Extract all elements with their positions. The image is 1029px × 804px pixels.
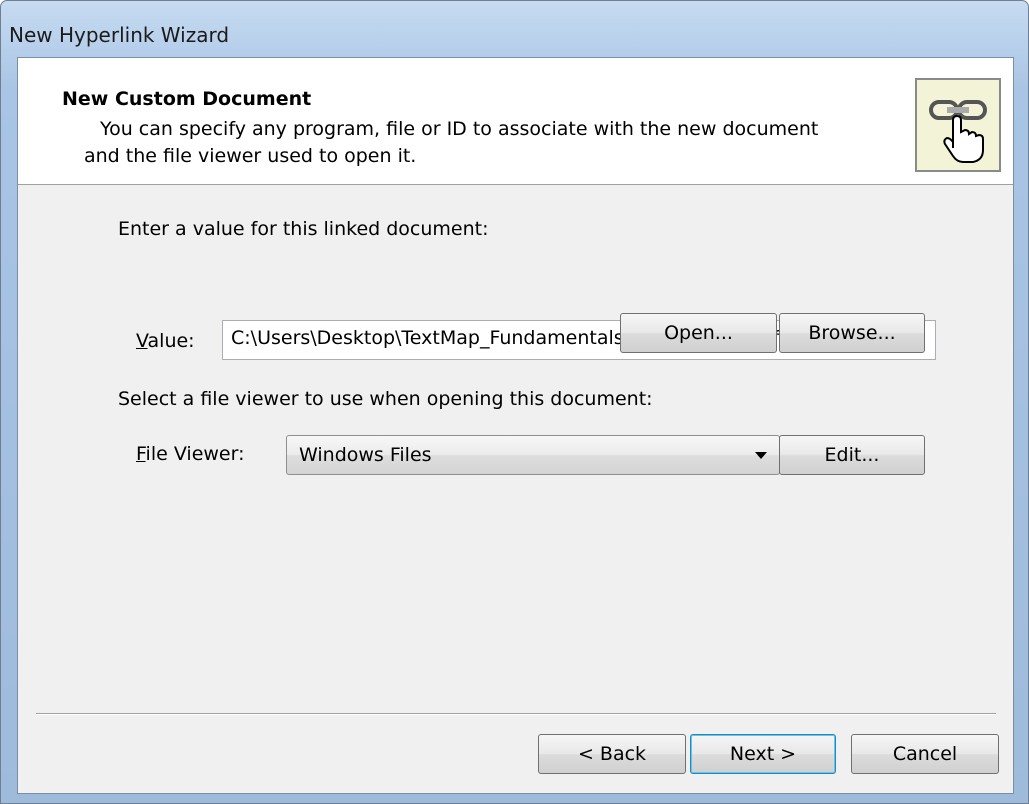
value-label-mnemonic: V (136, 330, 148, 352)
file-viewer-label-text: ile Viewer: (145, 443, 245, 465)
cancel-button[interactable]: Cancel (851, 734, 999, 774)
value-prompt: Enter a value for this linked document: (118, 218, 489, 240)
open-button[interactable]: Open... (620, 313, 777, 353)
window-title: New Hyperlink Wizard (9, 23, 230, 47)
description-line-2: and the file viewer used to open it. (84, 145, 417, 167)
edit-button[interactable]: Edit... (779, 435, 925, 475)
wizard-header: New Custom Document You can specify any … (18, 58, 1013, 185)
hyperlink-hand-icon (915, 78, 1001, 172)
viewer-prompt: Select a file viewer to use when opening… (118, 388, 653, 410)
file-viewer-select[interactable]: Windows Files (286, 435, 780, 475)
browse-button[interactable]: Browse... (779, 313, 925, 353)
back-button[interactable]: < Back (538, 734, 686, 774)
value-label: Value: (136, 330, 195, 352)
file-viewer-label-mnemonic: F (136, 443, 146, 465)
wizard-window: New Hyperlink Wizard New Custom Document… (0, 0, 1029, 804)
page-title: New Custom Document (62, 88, 312, 110)
next-button[interactable]: Next > (690, 734, 836, 774)
file-viewer-label: File Viewer: (136, 443, 245, 465)
description-line-1: You can specify any program, file or ID … (100, 118, 819, 140)
value-label-text: alue: (147, 330, 195, 352)
file-viewer-selected: Windows Files (299, 444, 432, 466)
footer-separator (36, 713, 996, 715)
wizard-client-area: New Custom Document You can specify any … (17, 57, 1014, 794)
title-bar[interactable]: New Hyperlink Wizard (1, 1, 1028, 57)
page-description: You can specify any program, file or ID … (84, 116, 880, 170)
chevron-down-icon[interactable] (755, 452, 767, 459)
